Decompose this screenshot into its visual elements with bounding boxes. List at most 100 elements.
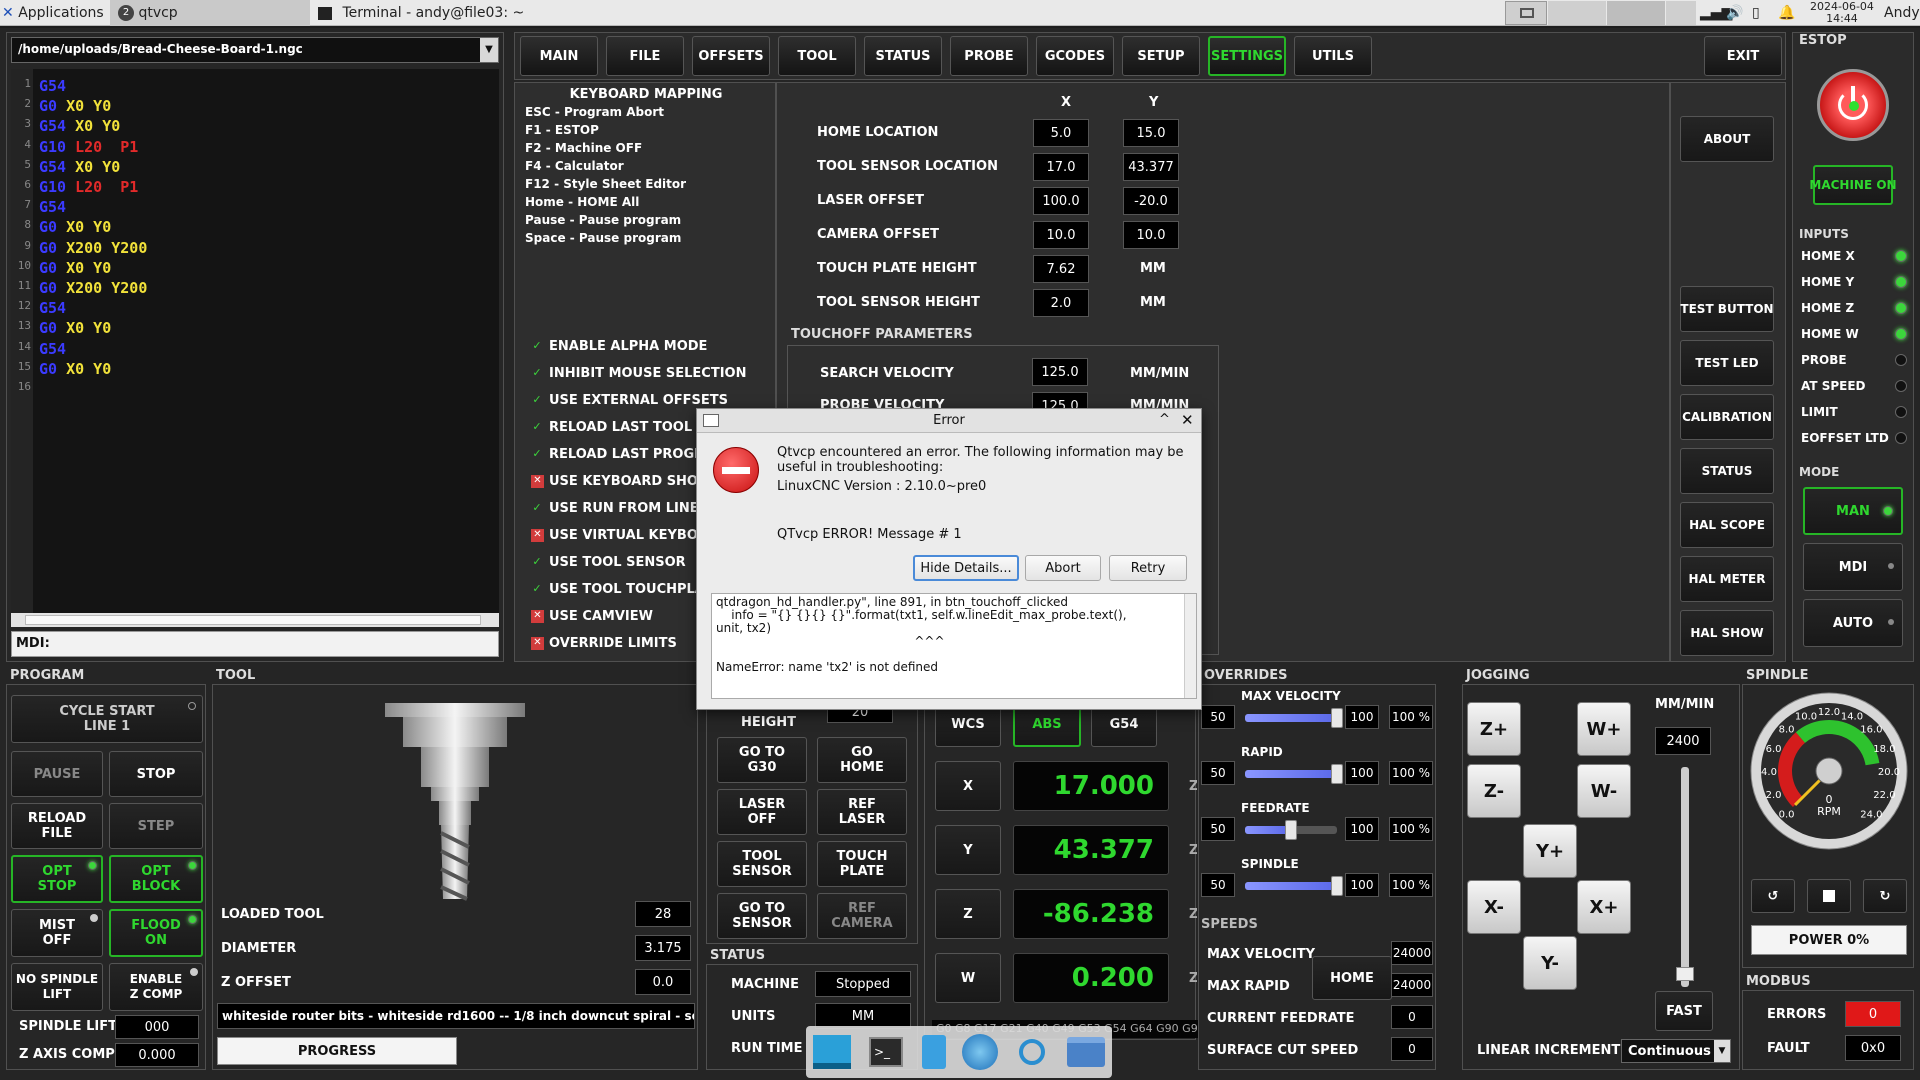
calibration-button[interactable]: CALIBRATION: [1680, 394, 1774, 440]
no-spindle-lift-button[interactable]: NO SPINDLE LIFT: [11, 963, 103, 1011]
stop-button[interactable]: STOP: [109, 751, 203, 797]
exit-button[interactable]: EXIT: [1704, 36, 1782, 76]
jog-fast-button[interactable]: FAST: [1655, 991, 1713, 1031]
checkbox-checked-icon[interactable]: ✓: [531, 421, 543, 433]
test-led-button[interactable]: TEST LED: [1680, 340, 1774, 386]
workspace-1[interactable]: [1505, 1, 1547, 25]
terminal-icon[interactable]: >_: [864, 1030, 908, 1074]
tool-sensor-button[interactable]: TOOL SENSOR: [717, 841, 807, 887]
test-button-button[interactable]: TEST BUTTON: [1680, 286, 1774, 332]
go-to-sensor-button[interactable]: GO TO SENSOR: [717, 893, 807, 939]
home-w-button[interactable]: HOME: [1312, 956, 1392, 1000]
override-slider[interactable]: [1245, 876, 1343, 896]
tab-gcodes[interactable]: GCODES: [1036, 36, 1114, 76]
taskbar-window-qtvcp[interactable]: 2 qtvcp: [110, 0, 310, 26]
checkbox-checked-icon[interactable]: ✓: [531, 394, 543, 406]
details-scrollbar[interactable]: [1184, 594, 1196, 698]
touch-plate-button[interactable]: TOUCH PLATE: [817, 841, 907, 887]
option-checkbox-label[interactable]: ENABLE ALPHA MODE: [549, 339, 775, 354]
workspace-2[interactable]: [1548, 1, 1606, 25]
chevron-down-icon[interactable]: ▼: [1714, 1040, 1730, 1062]
location-y-input[interactable]: 43.377: [1123, 153, 1179, 181]
mode-mdi-button[interactable]: MDI: [1803, 543, 1903, 591]
search-icon[interactable]: [1010, 1030, 1054, 1074]
tab-offsets[interactable]: OFFSETS: [692, 36, 770, 76]
spindle-stop-button[interactable]: [1807, 879, 1851, 913]
override-slider[interactable]: [1245, 820, 1337, 840]
location-x-input[interactable]: 5.0: [1033, 119, 1089, 147]
dialog-titlebar[interactable]: Error ^ ✕: [697, 409, 1201, 433]
checkbox-unchecked-icon[interactable]: ✕: [531, 529, 544, 542]
checkbox-unchecked-icon[interactable]: ✕: [531, 475, 544, 488]
option-checkbox-label[interactable]: INHIBIT MOUSE SELECTION: [549, 366, 775, 381]
location-y-input[interactable]: 10.0: [1123, 221, 1179, 249]
spindle-lift-input[interactable]: 000: [115, 1015, 199, 1039]
cycle-start-button[interactable]: CYCLE START LINE 1: [11, 695, 203, 743]
go-to-g30-button[interactable]: GO TO G30: [717, 737, 807, 783]
tab-status[interactable]: STATUS: [864, 36, 942, 76]
taskbar-window-terminal[interactable]: Terminal - andy@file03: ~: [312, 0, 524, 26]
mode-man-button[interactable]: MAN: [1803, 487, 1903, 535]
hide-details-button[interactable]: Hide Details...: [913, 555, 1019, 581]
jog-rate-slider[interactable]: [1676, 767, 1694, 987]
mdi-input[interactable]: MDI:: [11, 631, 499, 657]
workspace-4[interactable]: [1666, 1, 1696, 25]
zero-x-button[interactable]: ZERO: [1189, 779, 1197, 794]
maximize-icon[interactable]: ^: [1159, 412, 1170, 427]
location-y-input[interactable]: -20.0: [1123, 187, 1179, 215]
jog-z-plus-button[interactable]: Z+: [1467, 702, 1521, 756]
close-icon[interactable]: ✕: [1181, 411, 1194, 429]
option-checkbox-label[interactable]: USE EXTERNAL OFFSETS: [549, 393, 775, 408]
location-x-input[interactable]: 100.0: [1033, 187, 1089, 215]
override-slider[interactable]: [1245, 764, 1343, 784]
checkbox-unchecked-icon[interactable]: ✕: [531, 610, 544, 623]
zero-w-button[interactable]: ZERO: [1189, 971, 1197, 986]
volume-icon[interactable]: 🔊: [1726, 0, 1743, 26]
checkbox-checked-icon[interactable]: ✓: [531, 583, 543, 595]
tab-settings[interactable]: SETTINGS: [1208, 36, 1286, 76]
jog-y-plus-button[interactable]: Y+: [1523, 824, 1577, 878]
abort-button[interactable]: Abort: [1025, 555, 1101, 581]
mode-auto-button[interactable]: AUTO: [1803, 599, 1903, 647]
estop-button[interactable]: [1817, 69, 1889, 141]
checkbox-unchecked-icon[interactable]: ✕: [531, 637, 544, 650]
location-x-input[interactable]: 2.0: [1033, 289, 1089, 317]
folder-icon[interactable]: [1064, 1030, 1108, 1074]
location-x-input[interactable]: 10.0: [1033, 221, 1089, 249]
go-home-button[interactable]: GO HOME: [817, 737, 907, 783]
spindle-ccw-button[interactable]: ↺: [1751, 879, 1795, 913]
clock[interactable]: 2024-06-04 14:44: [1810, 1, 1874, 27]
checkbox-checked-icon[interactable]: ✓: [531, 556, 543, 568]
retry-button[interactable]: Retry: [1109, 555, 1187, 581]
jog-z-minus-button[interactable]: Z-: [1467, 764, 1521, 818]
tab-setup[interactable]: SETUP: [1122, 36, 1200, 76]
ref-camera-button[interactable]: REF CAMERA: [817, 893, 907, 939]
checkbox-checked-icon[interactable]: ✓: [531, 448, 543, 460]
tab-main[interactable]: MAIN: [520, 36, 598, 76]
increment-select[interactable]: Continuous ▼: [1621, 1039, 1731, 1063]
zero-y-button[interactable]: ZERO: [1189, 843, 1197, 858]
tab-probe[interactable]: PROBE: [950, 36, 1028, 76]
tab-utils[interactable]: UTILS: [1294, 36, 1372, 76]
ref-laser-button[interactable]: REF LASER: [817, 789, 907, 835]
location-y-input[interactable]: 15.0: [1123, 119, 1179, 147]
mist-button[interactable]: MIST OFF: [11, 909, 103, 957]
laser-off-button[interactable]: LASER OFF: [717, 789, 807, 835]
battery-icon[interactable]: ▯: [1752, 0, 1760, 26]
error-details-text[interactable]: qtdragon_hd_handler.py", line 891, in bt…: [711, 593, 1197, 699]
chevron-down-icon[interactable]: ▼: [480, 38, 498, 62]
opt-block-button[interactable]: OPT BLOCK: [109, 855, 203, 903]
desktop-icon[interactable]: [810, 1030, 854, 1074]
flood-button[interactable]: FLOOD ON: [109, 909, 203, 957]
spindle-cw-button[interactable]: ↻: [1863, 879, 1907, 913]
jog-y-minus-button[interactable]: Y-: [1523, 936, 1577, 990]
machine-on-button[interactable]: MACHINE ON: [1809, 165, 1897, 205]
file-path-combo[interactable]: /home/uploads/Bread-Cheese-Board-1.ngc ▼: [11, 37, 499, 63]
step-button[interactable]: STEP: [109, 803, 203, 849]
notification-bell-icon[interactable]: 🔔: [1778, 0, 1795, 26]
location-x-input[interactable]: 7.62: [1033, 255, 1089, 283]
workspace-3[interactable]: [1607, 1, 1665, 25]
hal-show-button[interactable]: HAL SHOW: [1680, 610, 1774, 656]
checkbox-checked-icon[interactable]: ✓: [531, 502, 543, 514]
tab-file[interactable]: FILE: [606, 36, 684, 76]
